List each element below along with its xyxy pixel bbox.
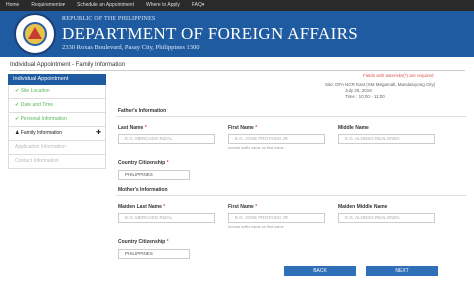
next-button[interactable]: NEXT <box>366 266 438 276</box>
sidebar-item-site-location[interactable]: ✔ Site Location <box>8 85 106 99</box>
sidebar-item-date-time[interactable]: ✔ Date and Time <box>8 99 106 113</box>
appointment-summary: Site: DFA NCR East (SM Megamall, Mandalu… <box>325 82 435 100</box>
republic-label: REPUBLIC OF THE PHILIPPINES <box>62 16 156 22</box>
family-icon: ♟ <box>15 130 20 136</box>
mother-middle-name-label: Maiden Middle Name <box>338 204 388 210</box>
sidebar-item-label: Date and Time <box>20 102 54 108</box>
appointment-site: Site: DFA NCR East (SM Megamall, Mandalu… <box>325 82 436 87</box>
dfa-seal-logo <box>14 13 56 55</box>
father-last-name-input[interactable]: E.G. MERCADO RIZAL <box>118 134 215 144</box>
check-icon: ✔ <box>15 116 20 122</box>
check-icon: ✔ <box>15 102 20 108</box>
appointment-time: Time : 10:00 - 11:00 <box>345 94 385 99</box>
father-citizenship-label: Country Citizenship * <box>118 160 169 166</box>
mother-first-name-label: First Name * <box>228 204 258 210</box>
divider <box>116 116 466 117</box>
mother-citizenship-label: Country Citizenship * <box>118 239 169 245</box>
top-nav: Home Requirements▾ Schedule an Appointme… <box>0 0 474 11</box>
mother-middle-name-input[interactable]: E.G. ALONSO REALONDA <box>338 213 435 223</box>
sidebar-item-label: Personal Information <box>20 116 67 122</box>
father-last-name-label: Last Name * <box>118 125 147 131</box>
nav-where-to-apply[interactable]: Where to Apply <box>140 0 186 11</box>
mother-citizenship-select[interactable]: PHILIPPINES <box>118 249 190 259</box>
father-first-name-hint: Include suffix name on first name <box>228 146 284 150</box>
mother-last-name-input[interactable]: E.G. MERCADO RIZAL <box>118 213 215 223</box>
sidebar-item-application-info: Application Information <box>8 141 106 155</box>
page-title: Individual Appointment - Family Informat… <box>10 62 126 68</box>
father-citizenship-select[interactable]: PHILIPPINES <box>118 170 190 180</box>
department-title: DEPARTMENT OF FOREIGN AFFAIRS <box>62 24 358 43</box>
divider <box>116 195 466 196</box>
nav-requirements[interactable]: Requirements▾ <box>25 0 71 11</box>
mother-section-title: Mother's Information <box>118 187 168 193</box>
mother-first-name-hint: Include suffix name on first name <box>228 225 284 229</box>
sidebar-item-label: Contact Information <box>15 158 59 164</box>
mother-last-name-label: Maiden Last Name * <box>118 204 166 210</box>
department-address: 2330 Roxas Boulevard, Pasay City, Philip… <box>62 44 200 51</box>
father-section-title: Father's Information <box>118 108 167 114</box>
divider <box>10 70 465 71</box>
father-middle-name-input[interactable]: E.G. ALONSO REALONDA <box>338 134 435 144</box>
nav-faq[interactable]: FAQ▾ <box>186 0 211 11</box>
father-first-name-label: First Name * <box>228 125 258 131</box>
father-first-name-input[interactable]: E.G. JOSE PROTASIO JR <box>228 134 325 144</box>
sidebar-header: Individual Appointment <box>8 74 106 85</box>
sidebar-item-label: Application Information <box>15 144 66 150</box>
current-step-arrow-icon: ✚ <box>95 130 101 136</box>
nav-schedule[interactable]: Schedule an Appointment <box>71 0 140 11</box>
nav-home[interactable]: Home <box>0 0 25 11</box>
father-middle-name-label: Middle Name <box>338 125 369 131</box>
sidebar-item-family-info[interactable]: ♟ Family Information ✚ <box>8 127 106 141</box>
back-button[interactable]: BACK <box>284 266 356 276</box>
mother-first-name-input[interactable]: E.G. JOSE PROTASIO JR <box>228 213 325 223</box>
required-note: Fields with asterisks(*) are required <box>363 73 434 78</box>
steps-sidebar: Individual Appointment ✔ Site Location ✔… <box>8 74 106 169</box>
sidebar-item-label: Family Information <box>20 130 62 136</box>
sidebar-item-label: Site Location <box>20 88 50 94</box>
sidebar-item-personal-info[interactable]: ✔ Personal Information <box>8 113 106 127</box>
header-banner: REPUBLIC OF THE PHILIPPINES DEPARTMENT O… <box>0 11 474 57</box>
check-icon: ✔ <box>15 88 20 94</box>
sidebar-item-contact-info: Contact Information <box>8 155 106 169</box>
